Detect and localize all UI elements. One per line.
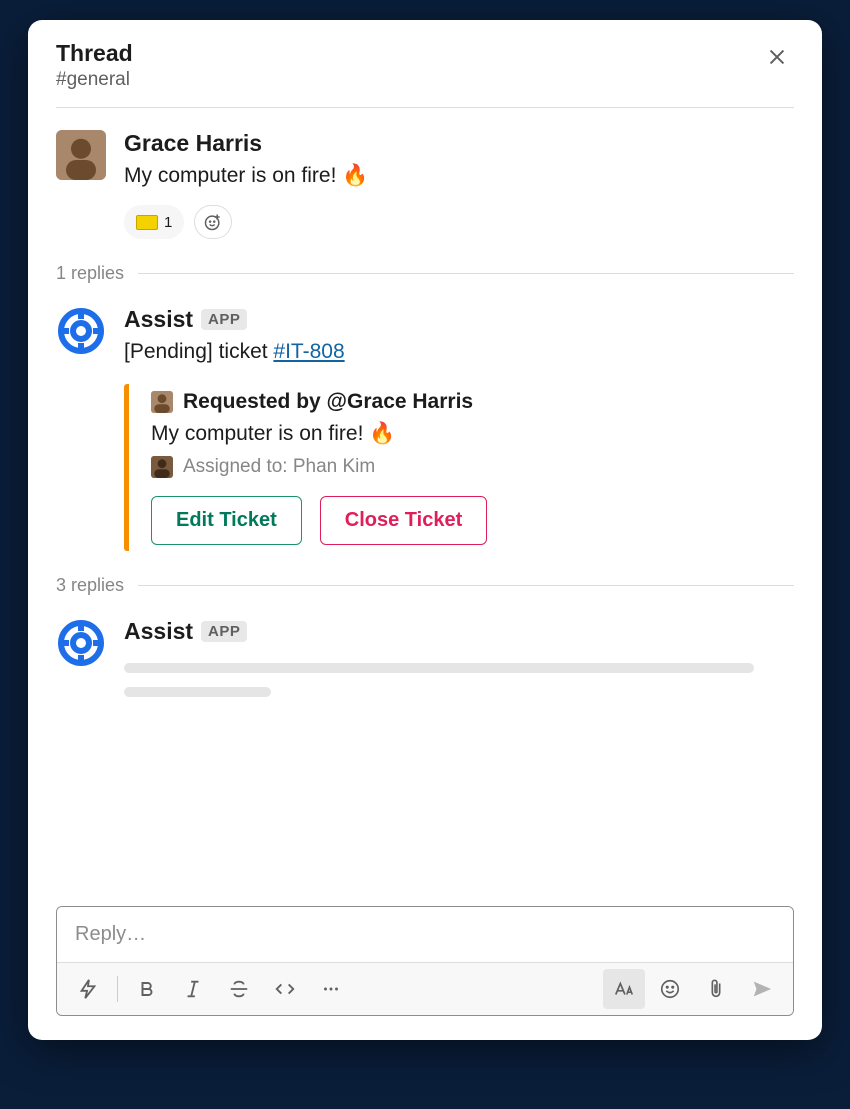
separator-line (138, 273, 794, 274)
avatar[interactable] (56, 130, 106, 180)
send-icon[interactable] (741, 969, 783, 1009)
strikethrough-icon[interactable] (218, 969, 260, 1009)
reactions-row: 1 (124, 205, 794, 239)
thread-header: Thread #general (56, 40, 794, 91)
attachment-body: My computer is on fire! 🔥 (151, 422, 794, 446)
code-icon[interactable] (264, 969, 306, 1009)
bold-icon[interactable] (126, 969, 168, 1009)
ticket-status-text: [Pending] ticket (124, 340, 273, 363)
message-author[interactable]: Assist (124, 618, 193, 645)
italic-icon[interactable] (172, 969, 214, 1009)
message: Assist APP (56, 618, 794, 697)
shortcuts-icon[interactable] (67, 969, 109, 1009)
reaction-count: 1 (164, 214, 172, 231)
header-divider (56, 107, 794, 108)
assignee-avatar (151, 456, 173, 478)
requested-by-label: Requested by @Grace Harris (183, 390, 473, 414)
app-badge: APP (201, 621, 247, 642)
separator-line (138, 585, 794, 586)
message-author[interactable]: Grace Harris (124, 130, 262, 157)
replies-separator: 3 replies (56, 575, 794, 596)
edit-ticket-button[interactable]: Edit Ticket (151, 496, 302, 545)
replies-separator: 1 replies (56, 263, 794, 284)
message-text: My computer is on fire! 🔥 (124, 161, 794, 191)
replies-count-label: 1 replies (56, 263, 124, 284)
message-author[interactable]: Assist (124, 306, 193, 333)
attachment-icon[interactable] (695, 969, 737, 1009)
thread-channel: #general (56, 69, 133, 91)
reaction-pill[interactable]: 1 (124, 205, 184, 239)
add-reaction-icon[interactable] (194, 205, 232, 239)
close-icon[interactable] (760, 40, 794, 80)
thread-title: Thread (56, 40, 133, 67)
message: Grace Harris My computer is on fire! 🔥 1 (56, 130, 794, 239)
ticket-attachment: Requested by @Grace Harris My computer i… (124, 384, 794, 551)
message-text: [Pending] ticket #IT-808 (124, 337, 794, 367)
more-formatting-icon[interactable] (310, 969, 352, 1009)
toolbar-separator (117, 976, 118, 1002)
reaction-emoji-icon (136, 215, 158, 230)
loading-skeleton (124, 663, 754, 673)
assist-avatar[interactable] (56, 306, 106, 356)
replies-count-label: 3 replies (56, 575, 124, 596)
ticket-link[interactable]: #IT-808 (273, 340, 344, 363)
thread-panel: Thread #general Grace Harris My computer… (28, 20, 822, 1040)
app-badge: APP (201, 309, 247, 330)
assigned-to-label: Assigned to: Phan Kim (183, 456, 375, 478)
text-style-icon[interactable] (603, 969, 645, 1009)
loading-skeleton (124, 687, 271, 697)
reply-composer (56, 906, 794, 1016)
close-ticket-button[interactable]: Close Ticket (320, 496, 487, 545)
emoji-picker-icon[interactable] (649, 969, 691, 1009)
composer-toolbar (57, 962, 793, 1015)
assist-avatar[interactable] (56, 618, 106, 668)
reply-input[interactable] (57, 907, 793, 962)
message: Assist APP [Pending] ticket #IT-808 Requ… (56, 306, 794, 550)
requester-avatar (151, 391, 173, 413)
